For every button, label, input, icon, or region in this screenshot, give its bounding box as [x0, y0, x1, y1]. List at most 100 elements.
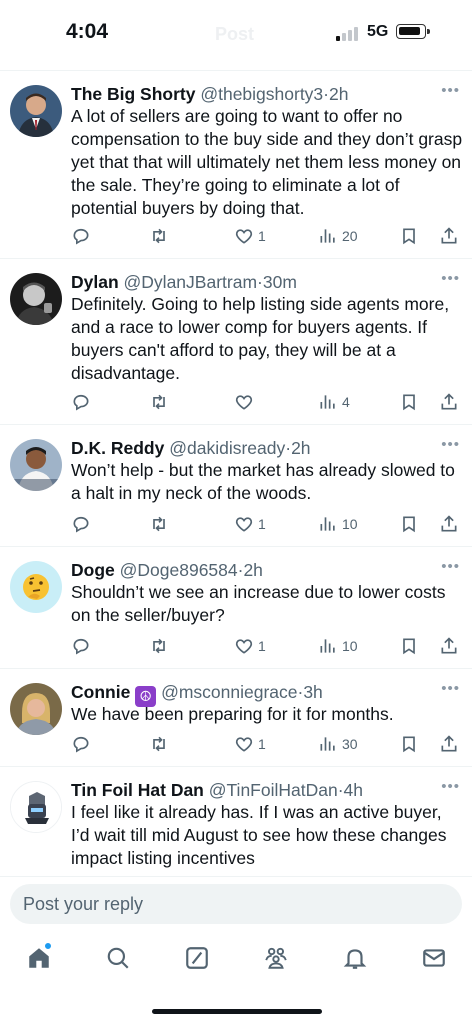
robot-logo-avatar[interactable] — [10, 781, 62, 833]
man-portrait-avatar[interactable] — [10, 439, 62, 491]
reply-button[interactable] — [71, 732, 91, 756]
view-count: 10 — [342, 516, 358, 532]
user-handle[interactable]: @msconniegrace — [161, 682, 297, 702]
post-text: We have been preparing for it for months… — [71, 704, 394, 724]
reply-button[interactable] — [71, 390, 91, 414]
share-button[interactable] — [439, 634, 459, 658]
more-options-icon[interactable]: ••• — [441, 680, 460, 697]
bookmark-button[interactable] — [399, 634, 419, 658]
post-time: 30m — [262, 272, 297, 292]
views-icon — [318, 636, 338, 656]
reply-icon — [71, 226, 91, 246]
views-button[interactable]: 10 — [318, 634, 358, 658]
more-options-icon[interactable]: ••• — [441, 558, 460, 575]
bookmark-icon — [399, 226, 419, 246]
repost-button[interactable] — [149, 390, 169, 414]
reply-input[interactable] — [10, 884, 462, 924]
home-indicator[interactable] — [152, 1009, 322, 1014]
battery-icon — [396, 24, 430, 39]
display-name[interactable]: Doge — [71, 560, 115, 580]
like-button[interactable]: 1 — [234, 732, 266, 756]
like-button[interactable]: 1 — [234, 224, 266, 248]
bw-portrait-avatar[interactable] — [10, 273, 62, 325]
post-header: D.K. Reddy @dakidisready·2h — [71, 438, 311, 458]
views-button[interactable]: 20 — [318, 224, 358, 248]
communities-tab[interactable] — [261, 945, 291, 975]
share-button[interactable] — [439, 732, 459, 756]
reply-button[interactable] — [71, 512, 91, 536]
reply-button[interactable] — [71, 634, 91, 658]
repost-button[interactable] — [149, 732, 169, 756]
repost-button[interactable] — [149, 512, 169, 536]
repost-button[interactable] — [149, 634, 169, 658]
status-time: 4:04 — [66, 20, 109, 43]
divider — [0, 766, 472, 767]
post-header: Connie ☮ @msconniegrace·3h — [71, 680, 323, 707]
reply-icon — [71, 636, 91, 656]
display-name[interactable]: D.K. Reddy — [71, 438, 164, 458]
notifications-icon — [342, 945, 368, 976]
post-header: Dylan @DylanJBartram·30m — [71, 272, 297, 292]
display-name[interactable]: Dylan — [71, 272, 119, 292]
bookmark-button[interactable] — [399, 512, 419, 536]
status-bar: Post 4:04 5G — [0, 0, 472, 66]
user-handle[interactable]: @DylanJBartram — [124, 272, 258, 292]
search-tab[interactable] — [103, 945, 133, 975]
cellular-signal-icon — [336, 25, 360, 41]
user-handle[interactable]: @thebigshorty3 — [200, 84, 323, 104]
reply-icon — [71, 392, 91, 412]
share-icon — [439, 514, 459, 534]
suit-man-avatar[interactable] — [10, 85, 62, 137]
share-icon — [439, 636, 459, 656]
bottom-tab-bar — [0, 932, 472, 992]
grok-tab[interactable] — [182, 945, 212, 975]
like-count: 1 — [258, 638, 266, 654]
reply-button[interactable] — [71, 224, 91, 248]
like-count: 1 — [258, 736, 266, 752]
bookmark-button[interactable] — [399, 732, 419, 756]
woman-portrait-avatar[interactable] — [10, 683, 62, 735]
share-button[interactable] — [439, 224, 459, 248]
user-handle[interactable]: @dakidisready — [169, 438, 285, 458]
more-options-icon[interactable]: ••• — [441, 436, 460, 453]
display-name[interactable]: Connie — [71, 682, 130, 702]
post-header: Doge @Doge896584·2h — [71, 560, 263, 580]
post-text: Definitely. Going to help listing side a… — [71, 294, 450, 383]
post-actions: 1 10 — [71, 634, 463, 658]
post-time: 3h — [303, 682, 323, 702]
like-button[interactable]: 1 — [234, 634, 266, 658]
repost-icon — [149, 514, 169, 534]
display-name[interactable]: Tin Foil Hat Dan — [71, 780, 204, 800]
post-actions: 4 — [71, 390, 463, 414]
like-button[interactable] — [234, 390, 258, 414]
share-button[interactable] — [439, 512, 459, 536]
display-name[interactable]: The Big Shorty — [71, 84, 195, 104]
view-count: 20 — [342, 228, 358, 244]
post-time: 2h — [243, 560, 263, 580]
user-handle[interactable]: @TinFoilHatDan — [209, 780, 338, 800]
views-button[interactable]: 10 — [318, 512, 358, 536]
thinking-face-avatar[interactable] — [10, 561, 62, 613]
like-button[interactable]: 1 — [234, 512, 266, 536]
bookmark-icon — [399, 734, 419, 754]
post-time: 2h — [329, 84, 349, 104]
share-button[interactable] — [439, 390, 459, 414]
more-options-icon[interactable]: ••• — [441, 778, 460, 795]
messages-icon — [421, 945, 447, 976]
like-count: 1 — [258, 516, 266, 532]
messages-tab[interactable] — [419, 945, 449, 975]
views-button[interactable]: 4 — [318, 390, 350, 414]
communities-icon — [263, 945, 289, 976]
bookmark-button[interactable] — [399, 224, 419, 248]
share-icon — [439, 392, 459, 412]
more-options-icon[interactable]: ••• — [441, 270, 460, 287]
more-options-icon[interactable]: ••• — [441, 82, 460, 99]
bookmark-button[interactable] — [399, 390, 419, 414]
repost-icon — [149, 392, 169, 412]
user-handle[interactable]: @Doge896584 — [120, 560, 238, 580]
post-actions: 1 20 — [71, 224, 463, 248]
views-button[interactable]: 30 — [318, 732, 358, 756]
reply-composer[interactable] — [10, 884, 462, 924]
notifications-tab[interactable] — [340, 945, 370, 975]
repost-button[interactable] — [149, 224, 169, 248]
